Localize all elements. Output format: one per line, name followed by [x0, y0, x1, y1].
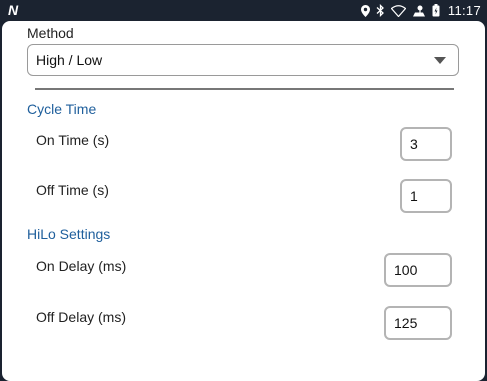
off-time-label: Off Time (s) [36, 182, 109, 198]
method-label: Method [27, 25, 74, 41]
hilo-settings-title: HiLo Settings [27, 226, 111, 242]
location-icon [360, 4, 370, 17]
bluetooth-icon [376, 4, 385, 17]
off-delay-input[interactable] [384, 306, 452, 340]
on-time-input[interactable] [400, 127, 452, 161]
settings-panel: Method High / Low Cycle Time On Time (s)… [2, 21, 485, 381]
on-delay-label: On Delay (ms) [36, 258, 127, 274]
battery-icon [432, 4, 440, 17]
status-icons: 11:17 [360, 0, 481, 21]
divider [35, 88, 454, 90]
on-delay-input[interactable] [384, 253, 452, 287]
method-dropdown[interactable]: High / Low [27, 44, 459, 76]
status-time: 11:17 [447, 3, 481, 18]
app-logo-icon: N [8, 2, 19, 18]
cycle-time-title: Cycle Time [27, 101, 97, 117]
hotspot-icon [412, 4, 426, 17]
method-selected-value: High / Low [36, 52, 103, 68]
off-time-input[interactable] [400, 179, 452, 213]
status-bar: N 11:17 [0, 0, 487, 21]
off-delay-label: Off Delay (ms) [36, 309, 126, 325]
wifi-icon [390, 4, 406, 17]
on-time-label: On Time (s) [36, 132, 110, 148]
dropdown-arrow-icon [434, 57, 446, 64]
